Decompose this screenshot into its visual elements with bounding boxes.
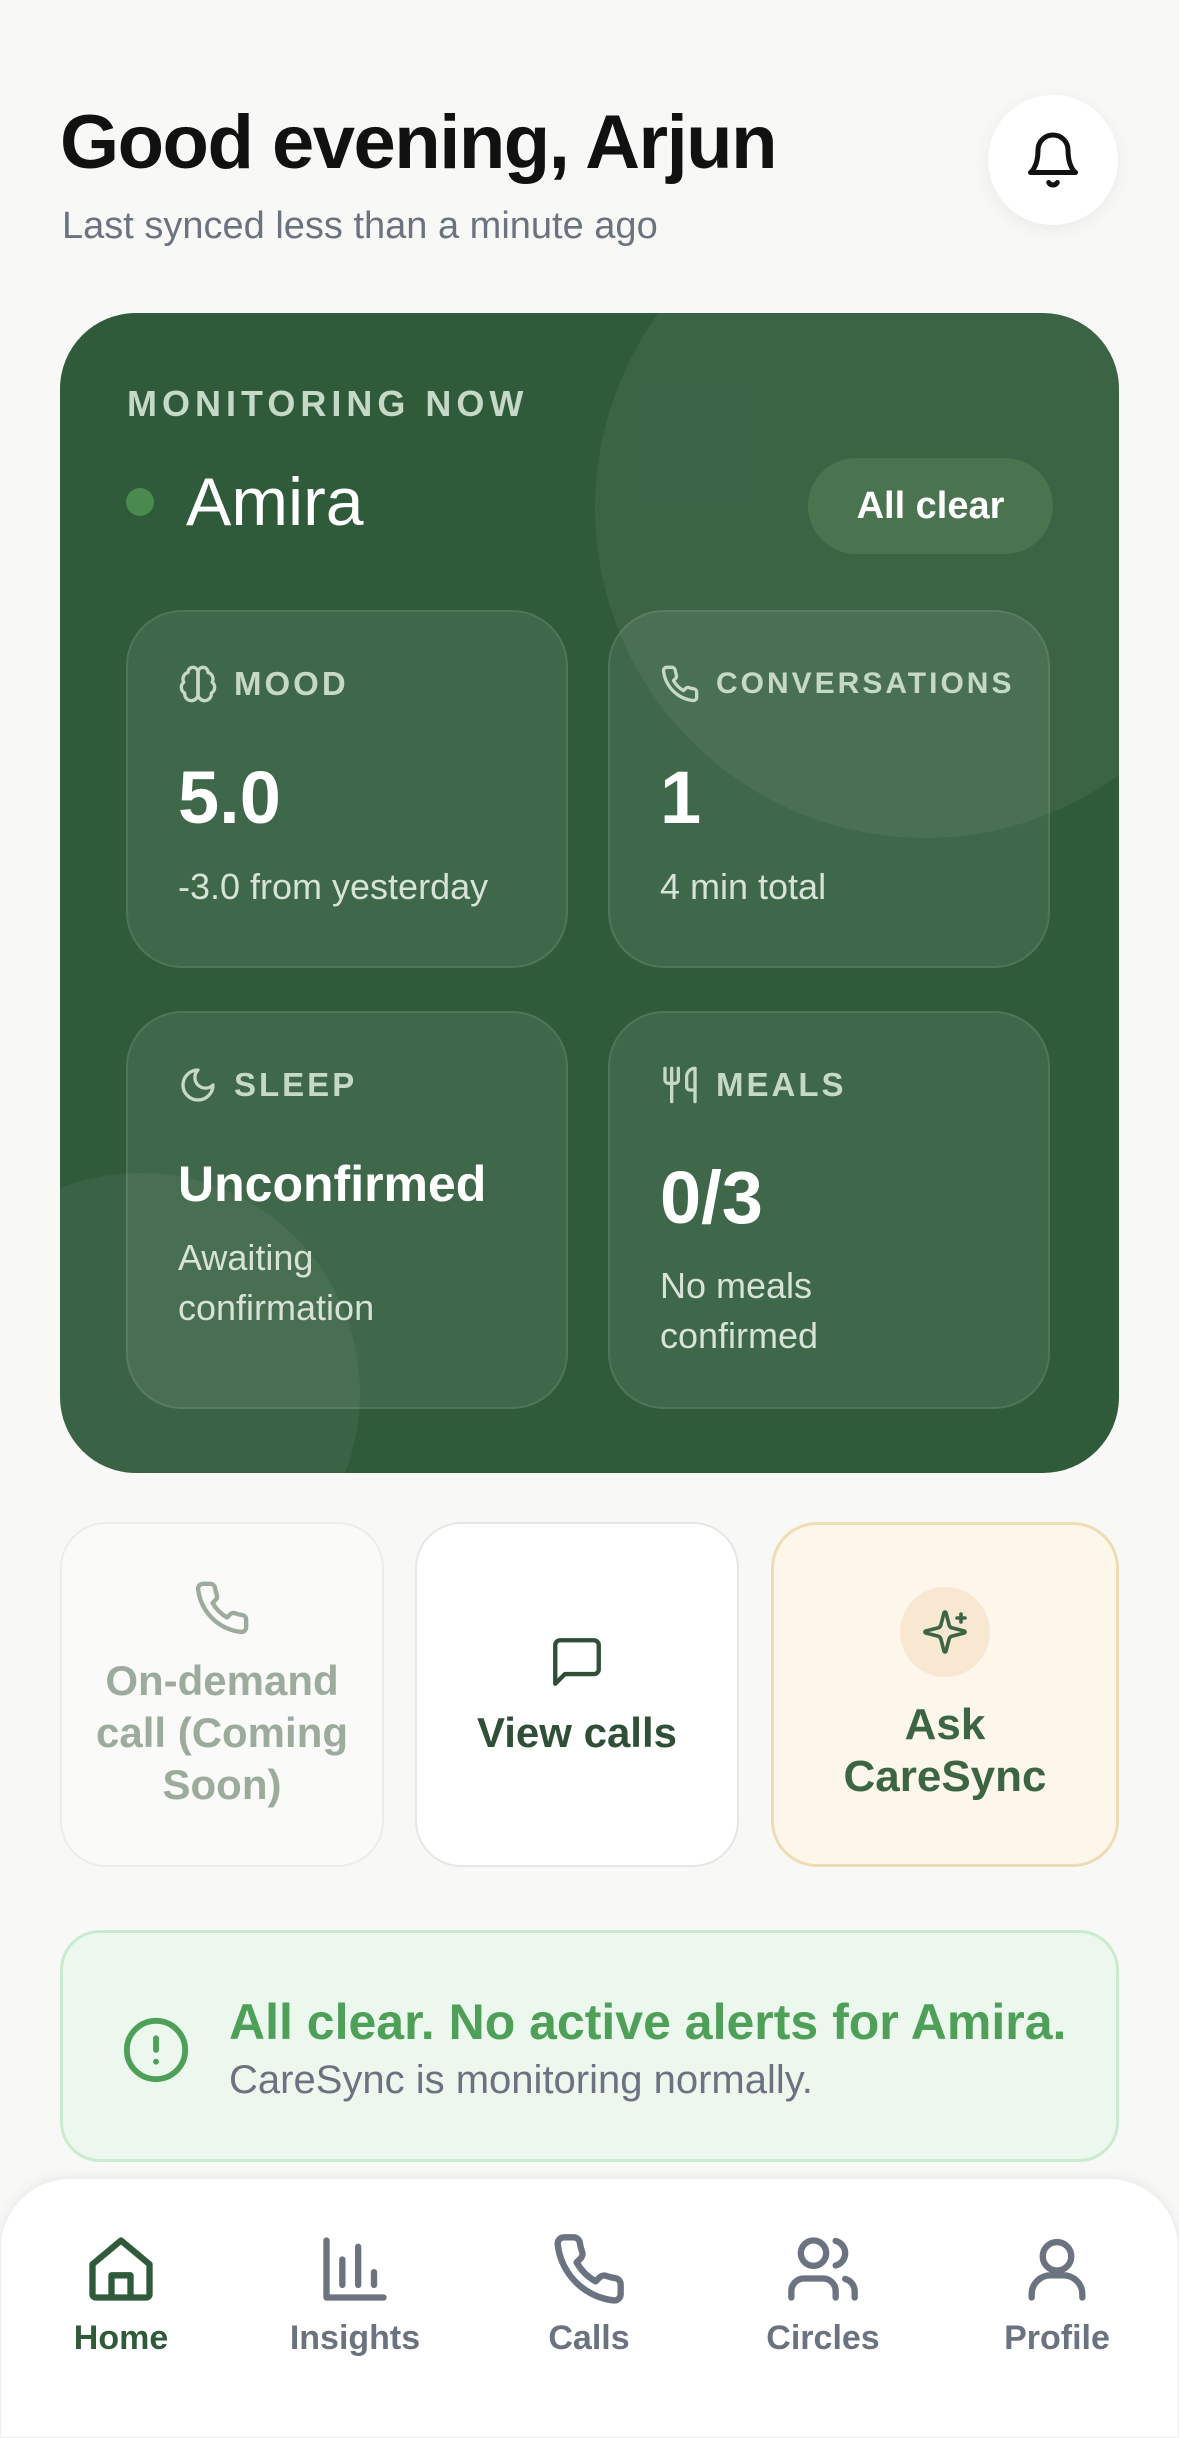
mood-value: 5.0 — [178, 756, 281, 839]
ask-caresync-button[interactable]: Ask CareSync — [771, 1522, 1119, 1867]
bar-chart-icon — [323, 2237, 387, 2301]
mood-tile[interactable]: MOOD 5.0 -3.0 from yesterday — [126, 610, 568, 968]
sleep-value: Unconfirmed — [178, 1156, 487, 1212]
brain-icon — [179, 665, 217, 703]
tab-calls[interactable]: Calls — [489, 2231, 689, 2358]
mood-change: -3.0 from yesterday — [178, 866, 489, 907]
user-icon — [1028, 2238, 1086, 2301]
view-calls-button[interactable]: View calls — [415, 1522, 739, 1867]
conversations-duration: 4 min total — [660, 866, 827, 907]
sync-status: Last synced less than a minute ago — [62, 205, 658, 247]
tab-label: Calls — [548, 2319, 630, 2357]
header: Good evening, Arjun Last synced less tha… — [60, 95, 1120, 260]
alert-title: All clear. No active alerts for Amira. — [229, 1994, 1067, 2050]
alert-banner: All clear. No active alerts for Amira. C… — [60, 1930, 1119, 2162]
phone-icon — [195, 1581, 249, 1634]
status-dot — [126, 488, 154, 516]
sleep-tile[interactable]: SLEEP Unconfirmed Awaiting confirmation — [126, 1011, 568, 1409]
moon-icon — [181, 1068, 215, 1102]
greeting-title: Good evening, Arjun — [60, 100, 778, 185]
utensils-icon — [663, 1066, 697, 1104]
monitoring-label: MONITORING NOW — [127, 383, 529, 424]
conversations-value: 1 — [660, 756, 702, 839]
phone-icon — [554, 2234, 624, 2304]
tile-label: MOOD — [234, 665, 349, 702]
patient-name: Amira — [186, 464, 364, 540]
action-label: Ask CareSync — [843, 1699, 1047, 1801]
tab-label: Home — [73, 2319, 169, 2357]
tab-circles[interactable]: Circles — [723, 2231, 923, 2358]
users-icon — [788, 2237, 858, 2301]
meals-tile[interactable]: MEALS 0/3 No meals confirmed — [608, 1011, 1050, 1409]
alert-subtitle: CareSync is monitoring normally. — [229, 2058, 813, 2102]
tile-label: CONVERSATIONS — [716, 667, 1015, 700]
meals-status: No meals confirmed — [660, 1265, 819, 1356]
bell-icon — [1028, 132, 1078, 188]
tile-label: SLEEP — [234, 1066, 358, 1103]
sparkle-icon — [923, 1609, 967, 1654]
message-icon — [553, 1637, 601, 1686]
tab-insights[interactable]: Insights — [255, 2231, 455, 2358]
quick-actions: On-demand call (Coming Soon) View calls … — [60, 1522, 1119, 1867]
home-icon — [89, 2237, 153, 2301]
tab-home[interactable]: Home — [21, 2231, 221, 2358]
action-label: On-demand call (Coming Soon) — [95, 1656, 349, 1808]
meals-value: 0/3 — [660, 1156, 763, 1239]
monitoring-card: MONITORING NOW Amira All clear MOOD 5.0 … — [60, 313, 1119, 1473]
bottom-tab-bar: Home Insights Calls Circles Profile — [0, 2178, 1179, 2438]
tile-label: MEALS — [716, 1066, 847, 1103]
patient-row: Amira — [126, 463, 364, 541]
notifications-button[interactable] — [988, 95, 1118, 225]
status-badge: All clear — [808, 458, 1053, 554]
phone-icon — [661, 665, 699, 703]
alert-circle-icon — [123, 2017, 189, 2083]
tab-label: Profile — [1004, 2319, 1110, 2357]
tab-label: Insights — [289, 2319, 421, 2357]
action-label: View calls — [476, 1708, 678, 1756]
on-demand-call-button[interactable]: On-demand call (Coming Soon) — [60, 1522, 384, 1867]
conversations-tile[interactable]: CONVERSATIONS 1 4 min total — [608, 610, 1050, 968]
sleep-status: Awaiting confirmation — [178, 1237, 375, 1328]
tab-profile[interactable]: Profile — [957, 2231, 1157, 2358]
tab-label: Circles — [766, 2319, 880, 2357]
